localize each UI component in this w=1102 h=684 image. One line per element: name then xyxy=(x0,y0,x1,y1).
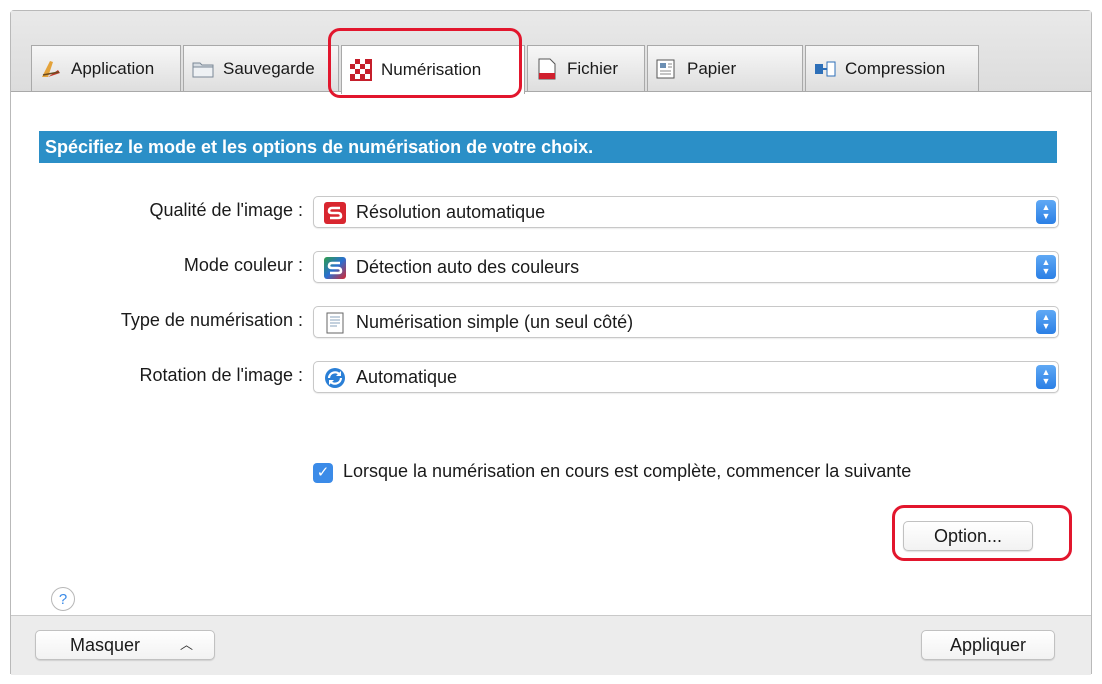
image-rotation-value: Automatique xyxy=(356,367,458,387)
application-pen-icon xyxy=(40,58,62,80)
stepper-arrows-icon: ▲ ▼ xyxy=(1036,200,1056,224)
scansnap-settings-window: Application Sauvegarde Numérisation Fich… xyxy=(10,10,1092,675)
tab-sauvegarde[interactable]: Sauvegarde xyxy=(183,45,339,91)
chevron-up-icon: ︿ xyxy=(180,637,194,652)
bottom-bar: Masquer ︿ Appliquer xyxy=(11,615,1091,675)
paper-icon xyxy=(656,58,678,80)
color-mode-value: Détection auto des couleurs xyxy=(356,257,580,277)
color-mode-select[interactable]: Détection auto des couleurs ▲ ▼ xyxy=(313,251,1059,283)
tab-bar: Application Sauvegarde Numérisation Fich… xyxy=(11,11,1091,94)
tab-application-label: Application xyxy=(71,58,155,78)
stepper-arrows-icon: ▲ ▼ xyxy=(1036,310,1056,334)
tab-numerisation[interactable]: Numérisation xyxy=(341,45,525,94)
hide-button[interactable]: Masquer ︿ xyxy=(35,630,215,660)
help-button[interactable]: ? xyxy=(51,587,75,611)
rotate-icon xyxy=(324,367,346,389)
image-rotation-label: Rotation de l'image : xyxy=(139,365,303,385)
image-quality-select[interactable]: Résolution automatique ▲ ▼ xyxy=(313,196,1059,228)
tab-application[interactable]: Application xyxy=(31,45,181,91)
tab-numerisation-label: Numérisation xyxy=(381,60,482,79)
scansnap-red-icon xyxy=(324,202,346,224)
tab-compression-label: Compression xyxy=(845,58,946,78)
scan-type-value: Numérisation simple (un seul côté) xyxy=(356,312,634,332)
compression-icon xyxy=(814,58,836,80)
hide-button-label: Masquer xyxy=(70,635,141,655)
folder-icon xyxy=(192,58,214,80)
image-rotation-select[interactable]: Automatique ▲ ▼ xyxy=(313,361,1059,393)
option-button[interactable]: Option... xyxy=(903,521,1033,551)
tab-papier-label: Papier xyxy=(687,58,737,78)
apply-button[interactable]: Appliquer xyxy=(921,630,1055,660)
continue-scan-label[interactable]: Lorsque la numérisation en cours est com… xyxy=(343,461,911,482)
image-quality-label: Qualité de l'image : xyxy=(149,200,303,220)
scan-settings-panel: Spécifiez le mode et les options de numé… xyxy=(11,91,1091,616)
tab-sauvegarde-label: Sauvegarde xyxy=(223,58,315,78)
scan-checker-icon xyxy=(350,59,372,81)
scan-type-select[interactable]: Numérisation simple (un seul côté) ▲ ▼ xyxy=(313,306,1059,338)
stepper-arrows-icon: ▲ ▼ xyxy=(1036,255,1056,279)
stepper-arrows-icon: ▲ ▼ xyxy=(1036,365,1056,389)
pdf-file-icon xyxy=(536,58,558,80)
tab-papier[interactable]: Papier xyxy=(647,45,803,91)
section-banner: Spécifiez le mode et les options de numé… xyxy=(39,131,1057,163)
single-page-icon xyxy=(324,312,346,334)
tab-fichier[interactable]: Fichier xyxy=(527,45,645,91)
color-mode-label: Mode couleur : xyxy=(183,255,303,275)
continue-scan-checkbox[interactable]: ✓ xyxy=(313,463,333,483)
tab-compression[interactable]: Compression xyxy=(805,45,979,91)
image-quality-value: Résolution automatique xyxy=(356,202,546,222)
scan-type-label: Type de numérisation : xyxy=(120,310,303,330)
tab-fichier-label: Fichier xyxy=(567,58,619,78)
scansnap-color-icon xyxy=(324,257,346,279)
